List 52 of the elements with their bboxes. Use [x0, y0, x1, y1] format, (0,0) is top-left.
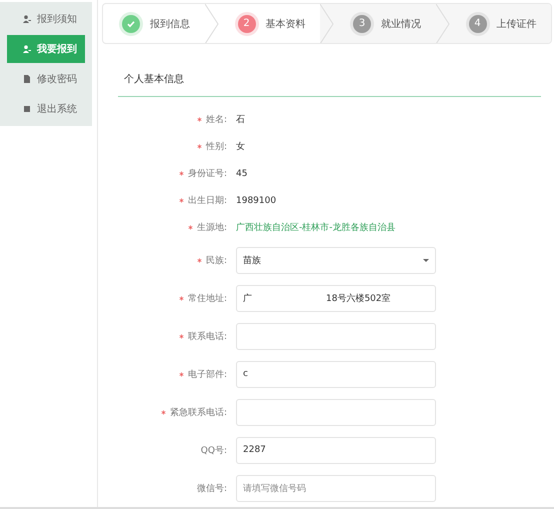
field-value: 石: [236, 114, 245, 126]
document-icon: [23, 75, 31, 83]
user-icon: [23, 15, 31, 23]
step: 2 基本资料: [218, 4, 320, 43]
input-field[interactable]: [236, 322, 436, 350]
input-field[interactable]: 2287: [236, 436, 436, 464]
step-number: 4: [468, 14, 486, 32]
sidebar-item[interactable]: 退出系统: [7, 95, 85, 123]
asterisk-icon: [178, 171, 184, 176]
field-value: 广西壮族自治区-桂林市-龙胜各族自治县: [236, 222, 396, 234]
input-field[interactable]: 广 18号六楼502室: [236, 284, 436, 312]
asterisk-icon: [196, 144, 202, 149]
asterisk-icon: [160, 410, 166, 414]
step: 报到信息: [103, 4, 204, 43]
step: 3 就业情况: [334, 4, 436, 43]
section-title: 个人基本信息: [124, 72, 185, 86]
field-label: 常住地址:: [102, 292, 227, 304]
asterisk-icon: [178, 198, 184, 203]
asterisk-icon: [196, 117, 202, 122]
field-label: 电子部件:: [102, 368, 227, 380]
field-label: 联系电话:: [102, 330, 227, 342]
caret-icon: [423, 258, 429, 262]
asterisk-icon: [178, 296, 184, 300]
asterisk-icon: [178, 372, 184, 376]
square-icon: [23, 105, 31, 113]
asterisk-icon: [196, 258, 202, 262]
asterisk-icon: [178, 334, 184, 338]
input-field[interactable]: c: [236, 360, 436, 388]
field-value: 1989100: [236, 196, 276, 206]
input-field[interactable]: 请填写微信号码: [236, 474, 436, 502]
step: 4 上传证件: [450, 4, 551, 43]
field-label: QQ号:: [200, 444, 227, 456]
field-label: 生源地:: [102, 221, 227, 234]
field-label: 民族:: [102, 254, 227, 266]
check-icon: [122, 14, 140, 32]
sidebar-item[interactable]: 修改密码: [7, 65, 85, 93]
asterisk-icon: [188, 225, 193, 230]
field-label: 微信号:: [196, 482, 227, 494]
field-value: 45: [236, 168, 248, 178]
field-label: 姓名:: [102, 113, 227, 126]
field-label: 性别:: [102, 140, 227, 153]
sidebar-item[interactable]: 我要报到: [7, 35, 85, 63]
step-number: 2: [238, 14, 256, 32]
field-label: 出生日期:: [102, 194, 227, 207]
field-label: 紧急联系电话:: [102, 406, 227, 418]
step-number: 3: [353, 14, 371, 32]
user-icon: [23, 45, 31, 53]
sidebar-item[interactable]: 报到须知: [7, 5, 85, 33]
field-label: 身份证号:: [102, 167, 227, 180]
field-value: 女: [236, 140, 245, 153]
input-field[interactable]: [236, 398, 436, 426]
select-field[interactable]: 苗族: [236, 246, 436, 274]
